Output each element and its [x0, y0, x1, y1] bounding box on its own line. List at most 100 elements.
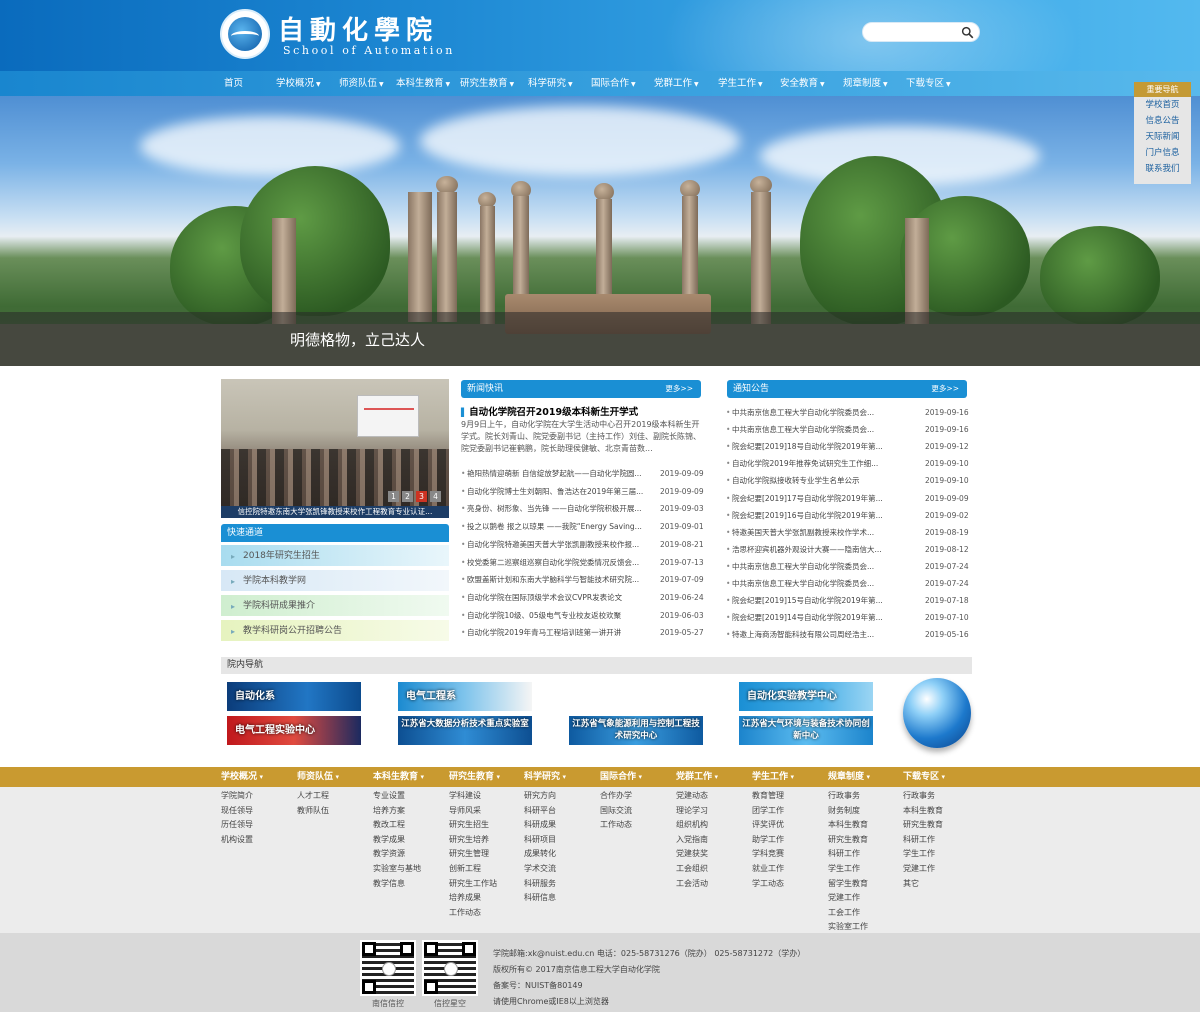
notice-item-title[interactable]: 院会纪要[2019]15号自动化学院2019年第... — [732, 592, 912, 609]
footer-link[interactable]: 培养方案 — [373, 805, 405, 816]
footer-link[interactable]: 人才工程 — [297, 790, 329, 801]
notice-item[interactable]: 特邀上海商汤智能科技有限公司周经浩主... 2019-05-16 — [726, 626, 970, 643]
footer-link[interactable]: 科研项目 — [524, 834, 556, 845]
notice-item[interactable]: 院会纪要[2019]15号自动化学院2019年第... 2019-07-18 — [726, 592, 970, 609]
news-item[interactable]: 自动化学院在国际顶级学术会议CVPR发表论文 2019-06-24 — [461, 589, 704, 606]
notice-item-title[interactable]: 浩思杯迎宾机器外观设计大赛——隐南信大... — [732, 541, 912, 558]
news-item[interactable]: 自动化学院特邀美国天普大学张凯副教授来校作报... 2019-08-21 — [461, 536, 704, 553]
news-item-title[interactable]: 校党委第二巡察组巡察自动化学院党委情况反馈会... — [467, 554, 647, 571]
notice-item[interactable]: 中共南京信息工程大学自动化学院委员会... 2019-09-16 — [726, 421, 970, 438]
footer-link[interactable]: 学科建设 — [449, 790, 481, 801]
nav-item-graduate[interactable]: 研究生教育 ▼ — [460, 71, 514, 96]
footer-link[interactable]: 其它 — [903, 878, 919, 889]
news-item[interactable]: 欧盟盖斯计划和东南大学脑科学与智能技术研究院... 2019-07-09 — [461, 571, 704, 588]
footer-nav-5[interactable]: 国际合作 ▾ — [600, 767, 642, 787]
footer-nav-6[interactable]: 党群工作 ▾ — [676, 767, 718, 787]
footer-link[interactable]: 党建动态 — [676, 790, 708, 801]
notice-more-link[interactable]: 更多>> — [931, 380, 959, 398]
footer-link[interactable]: 教学资源 — [373, 848, 405, 859]
footer-link[interactable]: 研究生教育 — [828, 834, 868, 845]
slider-caption[interactable]: 信控院特邀东南大学张凯锋教授来校作工程教育专业认证... — [221, 506, 449, 518]
footer-link[interactable]: 行政事务 — [903, 790, 935, 801]
dept-link-bigdata-lab[interactable]: 江苏省大数据分析技术重点实验室 — [398, 716, 532, 745]
news-item-title[interactable]: 亮身份、树形象、当先锋 ——自动化学院积极开展... — [467, 500, 647, 517]
notice-item[interactable]: 院会纪要[2019]17号自动化学院2019年第... 2019-09-09 — [726, 490, 970, 507]
footer-link[interactable]: 学科竞赛 — [752, 848, 784, 859]
dept-link-energy-center[interactable]: 江苏省气象能源利用与控制工程技术研究中心 — [569, 716, 703, 745]
quick-link-research-results[interactable]: 学院科研成果推介 — [221, 595, 449, 618]
footer-nav-2[interactable]: 本科生教育 ▾ — [373, 767, 424, 787]
news-slider-image[interactable]: 信控院特邀东南大学张凯锋教授来校作工程教育专业认证... — [221, 379, 449, 518]
quick-link-grad-admission[interactable]: 2018年研究生招生 — [221, 545, 449, 568]
footer-link[interactable]: 教育管理 — [752, 790, 784, 801]
footer-link[interactable]: 评奖评优 — [752, 819, 784, 830]
nav-item-home[interactable]: 首页 — [224, 71, 243, 96]
news-item[interactable]: 自动化学院博士生刘朝阳、鲁浩达在2019年第三届... 2019-09-09 — [461, 483, 704, 500]
footer-link[interactable]: 教师队伍 — [297, 805, 329, 816]
notice-item-title[interactable]: 中共南京信息工程大学自动化学院委员会... — [732, 421, 912, 438]
footer-nav-4[interactable]: 科学研究 ▾ — [524, 767, 566, 787]
quick-link-recruitment[interactable]: 教学科研岗公开招聘公告 — [221, 620, 449, 643]
nav-item-party-work[interactable]: 党群工作 ▼ — [654, 71, 699, 96]
notice-item-title[interactable]: 自动化学院2019年推荐免试研究生工作细... — [732, 455, 912, 472]
notice-item-title[interactable]: 院会纪要[2019]14号自动化学院2019年第... — [732, 609, 912, 626]
notice-item[interactable]: 特邀美国天普大学张凯副教授来校作学术... 2019-08-19 — [726, 524, 970, 541]
footer-link[interactable]: 导师风采 — [449, 805, 481, 816]
footer-link[interactable]: 党建工作 — [903, 863, 935, 874]
footer-link[interactable]: 入党指南 — [676, 834, 708, 845]
footer-link[interactable]: 教学信息 — [373, 878, 405, 889]
footer-link[interactable]: 工作动态 — [600, 819, 632, 830]
footer-nav-1[interactable]: 师资队伍 ▾ — [297, 767, 339, 787]
footer-link[interactable]: 教学成果 — [373, 834, 405, 845]
slider-page-3[interactable]: 3 — [416, 491, 427, 502]
slider-page-4[interactable]: 4 — [430, 491, 441, 502]
notice-item[interactable]: 浩思杯迎宾机器外观设计大赛——隐南信大... 2019-08-12 — [726, 541, 970, 558]
footer-link[interactable]: 就业工作 — [752, 863, 784, 874]
notice-item[interactable]: 院会纪要[2019]18号自动化学院2019年第... 2019-09-12 — [726, 438, 970, 455]
globe-icon[interactable] — [903, 678, 971, 748]
footer-link[interactable]: 学院简介 — [221, 790, 253, 801]
news-more-link[interactable]: 更多>> — [665, 380, 693, 398]
footer-link[interactable]: 理论学习 — [676, 805, 708, 816]
footer-link[interactable]: 科研信息 — [524, 892, 556, 903]
side-nav-announcements[interactable]: 信息公告 — [1134, 113, 1191, 129]
side-nav-contact[interactable]: 联系我们 — [1134, 161, 1191, 177]
footer-link[interactable]: 创新工程 — [449, 863, 481, 874]
footer-nav-8[interactable]: 规章制度 ▾ — [828, 767, 870, 787]
news-item[interactable]: 亮身份、树形象、当先锋 ——自动化学院积极开展... 2019-09-03 — [461, 500, 704, 517]
footer-link[interactable]: 组织机构 — [676, 819, 708, 830]
footer-link[interactable]: 学生工作 — [903, 848, 935, 859]
dept-link-atmosphere-center[interactable]: 江苏省大气环境与装备技术协同创新中心 — [739, 716, 873, 745]
notice-item[interactable]: 院会纪要[2019]16号自动化学院2019年第... 2019-09-02 — [726, 507, 970, 524]
news-item-title[interactable]: 投之以鹅卷 报之以琼果 ——我院“Energy Saving... — [467, 518, 647, 535]
news-item-title[interactable]: 欧盟盖斯计划和东南大学脑科学与智能技术研究院... — [467, 571, 647, 588]
footer-link[interactable]: 团学工作 — [752, 805, 784, 816]
dept-link-automation-lab[interactable]: 自动化实验教学中心 — [739, 682, 873, 711]
notice-item[interactable]: 中共南京信息工程大学自动化学院委员会... 2019-07-24 — [726, 575, 970, 592]
footer-link[interactable]: 学术交流 — [524, 863, 556, 874]
footer-link[interactable]: 国际交流 — [600, 805, 632, 816]
footer-link[interactable]: 机构设置 — [221, 834, 253, 845]
footer-link[interactable]: 科研平台 — [524, 805, 556, 816]
footer-link[interactable]: 科研服务 — [524, 878, 556, 889]
footer-link[interactable]: 研究生教育 — [903, 819, 943, 830]
footer-link[interactable]: 实验室工作 — [828, 921, 868, 932]
news-item[interactable]: 自动化学院10级、05级电气专业校友返校欢聚 2019-06-03 — [461, 607, 704, 624]
nav-item-student-work[interactable]: 学生工作 ▼ — [718, 71, 763, 96]
footer-link[interactable]: 专业设置 — [373, 790, 405, 801]
side-nav-portal[interactable]: 门户信息 — [1134, 145, 1191, 161]
notice-item-title[interactable]: 自动化学院拟接收转专业学生名单公示 — [732, 472, 912, 489]
footer-nav-7[interactable]: 学生工作 ▾ — [752, 767, 794, 787]
footer-link[interactable]: 工会工作 — [828, 907, 860, 918]
nav-item-undergraduate[interactable]: 本科生教育 ▼ — [396, 71, 450, 96]
nav-item-research[interactable]: 科学研究 ▼ — [528, 71, 573, 96]
school-logo[interactable] — [220, 9, 270, 59]
news-item-title[interactable]: 自动化学院博士生刘朝阳、鲁浩达在2019年第三届... — [467, 483, 647, 500]
nav-item-downloads[interactable]: 下载专区 ▼ — [906, 71, 951, 96]
footer-nav-9[interactable]: 下载专区 ▾ — [903, 767, 945, 787]
nav-item-school-overview[interactable]: 学校概况 ▼ — [276, 71, 321, 96]
notice-item-title[interactable]: 中共南京信息工程大学自动化学院委员会... — [732, 575, 912, 592]
notice-item-title[interactable]: 中共南京信息工程大学自动化学院委员会... — [732, 558, 912, 575]
search-input[interactable] — [871, 26, 959, 39]
footer-link[interactable]: 科研工作 — [903, 834, 935, 845]
